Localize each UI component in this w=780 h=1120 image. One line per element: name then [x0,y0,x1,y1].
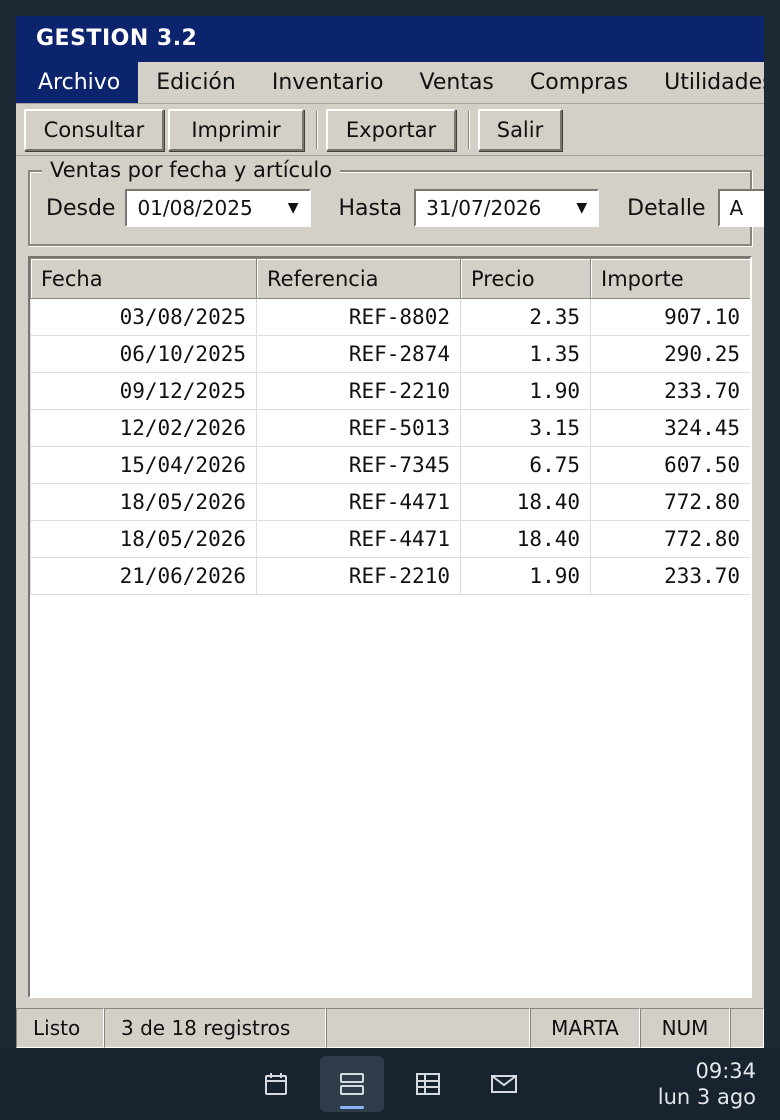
table-row[interactable]: 09/12/2025 REF-2210 1.90 233.70 [30,372,750,410]
status-user: MARTA [530,1008,640,1048]
cell-importe: 324.45 [590,409,750,447]
status-empty-panel [326,1008,530,1048]
dropdown-arrow-icon: ▼ [576,200,588,216]
cell-importe: 290.25 [590,335,750,373]
toolbar: Consultar Imprimir Exportar Salir [16,104,764,156]
cell-referencia: REF-4471 [256,520,461,558]
desde-label: Desde [46,195,116,221]
cell-importe: 772.80 [590,483,750,521]
table-header-row: Fecha Referencia Precio Importe [30,258,750,299]
desde-combo[interactable]: 01/08/2025 ▼ [125,189,311,227]
taskbar: 09:34 lun 3 ago [0,1048,780,1120]
cell-fecha: 12/02/2026 [30,409,257,447]
table-row[interactable]: 18/05/2026 REF-4471 18.40 772.80 [30,483,750,521]
toolbar-separator [468,110,470,149]
cell-referencia: REF-4471 [256,483,461,521]
cell-referencia: REF-2210 [256,372,461,410]
calendar-icon[interactable] [244,1056,308,1112]
clock-date: lun 3 ago [657,1085,756,1109]
cell-referencia: REF-7345 [256,446,461,484]
status-empty-panel [730,1008,764,1048]
cell-precio: 18.40 [460,520,591,558]
cell-fecha: 06/10/2025 [30,335,257,373]
menu-utilidades[interactable]: Utilidades [646,62,764,103]
menu-ventas[interactable]: Ventas [402,62,512,103]
cell-precio: 6.75 [460,446,591,484]
detalle-label: Detalle [627,195,706,221]
status-records: 3 de 18 registros [104,1008,326,1048]
detalle-value: A [729,196,744,220]
clock-time: 09:34 [695,1059,756,1083]
exportar-button[interactable]: Exportar [326,108,456,151]
app-window: GESTION 3.2 Archivo Edición Inventario V… [16,16,764,1048]
clock[interactable]: 09:34 lun 3 ago [658,1058,756,1110]
cell-precio: 3.15 [460,409,591,447]
cell-fecha: 15/04/2026 [30,446,257,484]
column-header-precio[interactable]: Precio [460,258,591,299]
cell-referencia: REF-2210 [256,557,461,595]
dropdown-arrow-icon: ▼ [287,200,299,216]
menu-compras[interactable]: Compras [512,62,646,103]
status-num: NUM [640,1008,730,1048]
status-bar: Listo 3 de 18 registros MARTA NUM [16,1008,764,1048]
cell-fecha: 18/05/2026 [30,483,257,521]
sales-table: Fecha Referencia Precio Importe 03/08/20… [30,258,750,595]
toolbar-separator [316,110,318,149]
menu-archivo[interactable]: Archivo [16,62,139,103]
hasta-label: Hasta [338,195,403,221]
status-state: Listo [16,1008,104,1048]
hasta-combo[interactable]: 31/07/2026 ▼ [414,189,600,227]
cell-referencia: REF-5013 [256,409,461,447]
list-view-icon[interactable] [320,1056,384,1112]
title-bar: GESTION 3.2 [16,16,764,62]
filter-legend: Ventas por fecha y artículo [42,158,341,182]
sales-grid: Fecha Referencia Precio Importe 03/08/20… [28,256,752,998]
consultar-button[interactable]: Consultar [24,108,164,151]
cell-importe: 233.70 [590,557,750,595]
cell-fecha: 09/12/2025 [30,372,257,410]
hasta-value: 31/07/2026 [426,196,542,220]
window-title: GESTION 3.2 [36,26,198,51]
imprimir-button[interactable]: Imprimir [168,108,304,151]
detalle-combo[interactable]: A [717,189,764,227]
menu-bar: Archivo Edición Inventario Ventas Compra… [16,62,764,104]
cell-precio: 1.90 [460,372,591,410]
column-header-referencia[interactable]: Referencia [256,258,461,299]
cell-precio: 18.40 [460,483,591,521]
cell-importe: 607.50 [590,446,750,484]
table-icon[interactable] [396,1056,460,1112]
menu-inventario[interactable]: Inventario [254,62,402,103]
table-row[interactable]: 03/08/2025 REF-8802 2.35 907.10 [30,298,750,336]
cell-precio: 1.35 [460,335,591,373]
mail-icon[interactable] [472,1056,536,1112]
table-row[interactable]: 21/06/2026 REF-2210 1.90 233.70 [30,557,750,595]
active-indicator [340,1106,364,1109]
table-row[interactable]: 12/02/2026 REF-5013 3.15 324.45 [30,409,750,447]
cell-precio: 1.90 [460,557,591,595]
cell-importe: 772.80 [590,520,750,558]
cell-fecha: 21/06/2026 [30,557,257,595]
cell-importe: 233.70 [590,372,750,410]
column-header-importe[interactable]: Importe [590,258,750,299]
cell-importe: 907.10 [590,298,750,336]
salir-button[interactable]: Salir [478,108,562,151]
cell-fecha: 18/05/2026 [30,520,257,558]
table-row[interactable]: 06/10/2025 REF-2874 1.35 290.25 [30,335,750,373]
table-row[interactable]: 15/04/2026 REF-7345 6.75 607.50 [30,446,750,484]
cell-precio: 2.35 [460,298,591,336]
cell-fecha: 03/08/2025 [30,298,257,336]
cell-referencia: REF-8802 [256,298,461,336]
menu-edicion[interactable]: Edición [138,62,254,103]
table-row[interactable]: 18/05/2026 REF-4471 18.40 772.80 [30,520,750,558]
filter-row: Desde 01/08/2025 ▼ Hasta 31/07/2026 ▼ De… [16,188,764,228]
desde-value: 01/08/2025 [137,196,253,220]
cell-referencia: REF-2874 [256,335,461,373]
column-header-fecha[interactable]: Fecha [30,258,257,299]
